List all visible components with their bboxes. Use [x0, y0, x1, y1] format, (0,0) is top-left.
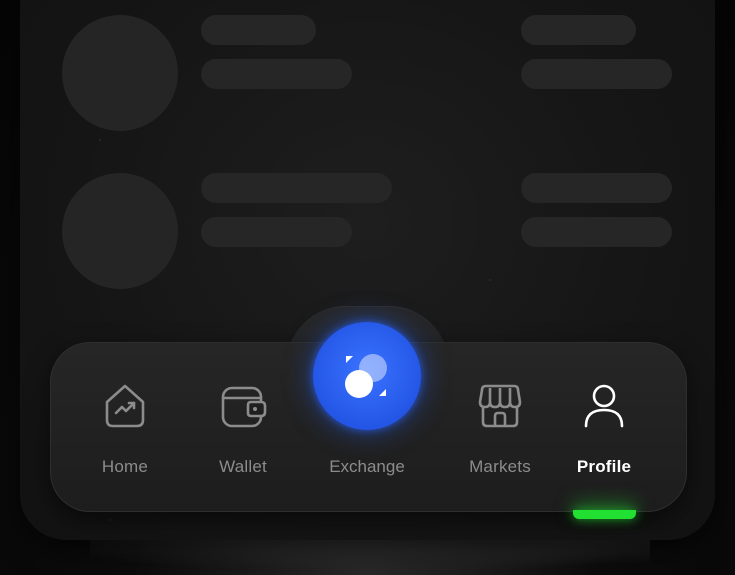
nav-label-profile: Profile	[576, 457, 632, 476]
nav-item-markets[interactable]: Markets	[445, 380, 555, 490]
list-item-placeholder	[20, 15, 715, 131]
nav-item-home[interactable]: Home	[70, 380, 180, 490]
text-placeholder	[201, 173, 392, 203]
text-placeholder	[521, 59, 672, 89]
storefront-icon	[478, 384, 522, 428]
nav-label-wallet: Wallet	[219, 457, 267, 476]
nav-label-markets: Markets	[469, 457, 531, 476]
exchange-icon	[345, 354, 387, 398]
nav-label-exchange[interactable]: Exchange	[312, 457, 422, 477]
wallet-icon	[221, 386, 267, 428]
exchange-button[interactable]	[313, 322, 421, 430]
nav-item-profile[interactable]: Profile	[549, 380, 659, 490]
avatar-placeholder	[62, 15, 178, 131]
home-chart-icon	[105, 384, 145, 428]
text-placeholder	[521, 173, 672, 203]
nav-item-wallet[interactable]: Wallet	[188, 380, 298, 490]
app-stage: Home Wallet Exchange Markets Profile	[0, 0, 735, 575]
text-placeholder	[201, 59, 352, 89]
avatar-placeholder	[62, 173, 178, 289]
text-placeholder	[201, 15, 316, 45]
active-tab-indicator	[573, 510, 636, 519]
nav-label-home: Home	[101, 457, 149, 476]
text-placeholder	[201, 217, 352, 247]
text-placeholder	[521, 217, 672, 247]
list-item-placeholder	[20, 173, 715, 289]
user-icon	[584, 384, 624, 428]
text-placeholder	[521, 15, 636, 45]
